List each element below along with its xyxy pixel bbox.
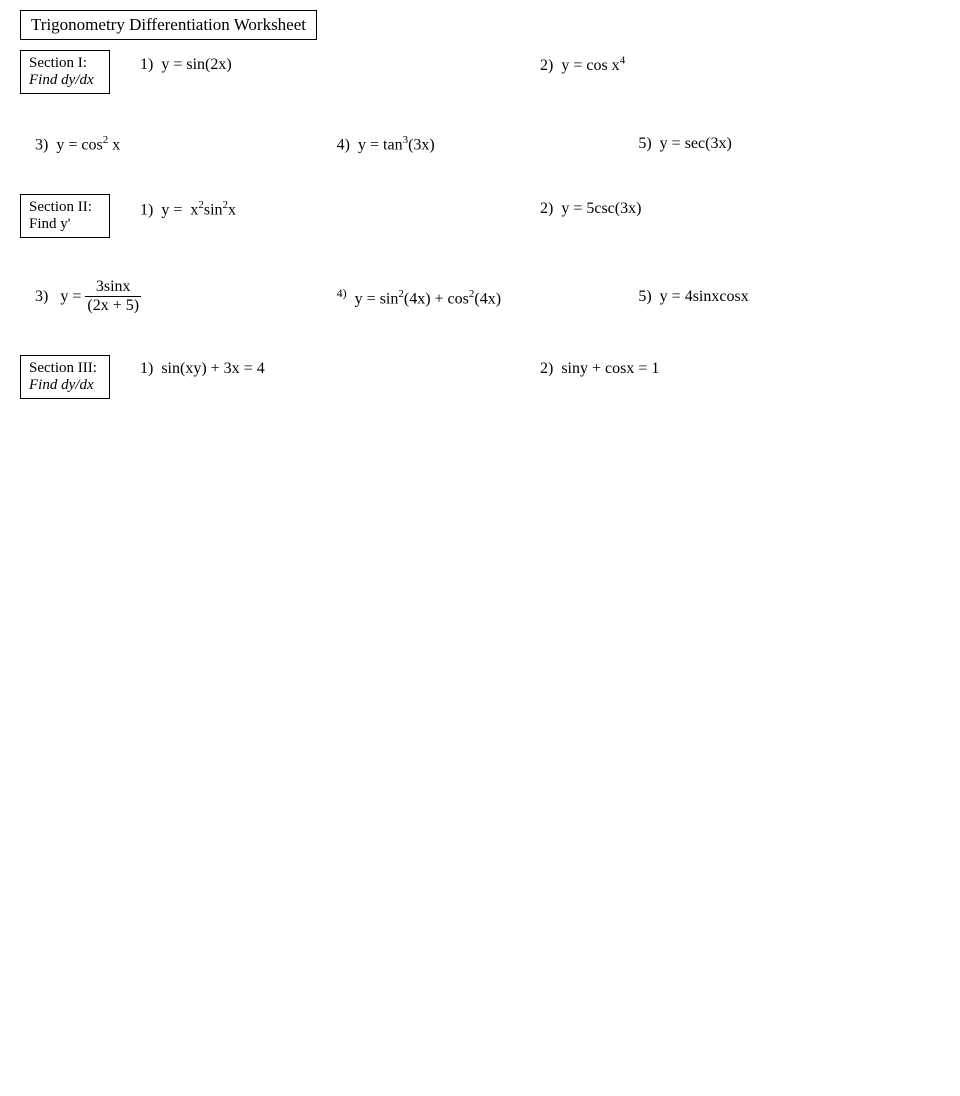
section-2-problems-row-1: 1) y = x2sin2x 2) y = 5csc(3x) <box>110 199 940 219</box>
worksheet-title: Trigonometry Differentiation Worksheet <box>20 10 317 40</box>
section-1-row: Section I: Find dy/dx 1) y = sin(2x) 2) … <box>20 50 940 94</box>
section-2-label: Section II: <box>29 199 101 216</box>
section-2-problems-row-2: 3) y = 3sinx (2x + 5) 4) y = sin2(4x) + … <box>20 278 940 315</box>
section-3-problems-row-1: 1) sin(xy) + 3x = 4 2) siny + cosx = 1 <box>110 360 940 378</box>
s1-problem-2: 2) y = cos x4 <box>540 55 940 75</box>
section-3-box: Section III: Find dy/dx <box>20 355 110 399</box>
section-1-find: Find dy/dx <box>29 72 101 89</box>
s2-problem-5: 5) y = 4sinxcosx <box>638 288 940 306</box>
s1-problem-1: 1) y = sin(2x) <box>140 56 540 74</box>
s3-problem-2: 2) siny + cosx = 1 <box>540 360 940 378</box>
section-2-block: Section II: Find y' 1) y = x2sin2x 2) y … <box>20 194 940 315</box>
s2-problem-2: 2) y = 5csc(3x) <box>540 200 940 218</box>
section-1-label: Section I: <box>29 55 101 72</box>
section-1-problems-row-2: 3) y = cos2 x 4) y = tan3(3x) 5) y = sec… <box>20 134 940 154</box>
s1-problem-3: 3) y = cos2 x <box>35 134 337 154</box>
section-1-box: Section I: Find dy/dx <box>20 50 110 94</box>
section-2-row: Section II: Find y' 1) y = x2sin2x 2) y … <box>20 194 940 238</box>
section-3-find: Find dy/dx <box>29 377 101 394</box>
s2-problem-3: 3) y = 3sinx (2x + 5) <box>35 278 337 315</box>
s2-problem-1: 1) y = x2sin2x <box>140 199 540 219</box>
section-1-block: Section I: Find dy/dx 1) y = sin(2x) 2) … <box>20 50 940 154</box>
s1-p2-num: 2) y = cos x4 <box>540 57 625 74</box>
section-3-label: Section III: <box>29 360 101 377</box>
s2-p3-fraction: 3sinx (2x + 5) <box>85 278 141 315</box>
s1-p1-num: 1) y = sin(2x) <box>140 56 232 73</box>
section-3-block: Section III: Find dy/dx 1) sin(xy) + 3x … <box>20 355 940 399</box>
section-2-find: Find y' <box>29 216 101 233</box>
section-2-box: Section II: Find y' <box>20 194 110 238</box>
s3-problem-1: 1) sin(xy) + 3x = 4 <box>140 360 540 378</box>
section-1-problems-row-1: 1) y = sin(2x) 2) y = cos x4 <box>110 55 940 75</box>
s2-problem-4: 4) y = sin2(4x) + cos2(4x) <box>337 286 639 308</box>
s1-problem-5: 5) y = sec(3x) <box>638 135 940 153</box>
s2-p3-numerator: 3sinx <box>85 278 141 297</box>
section-3-row: Section III: Find dy/dx 1) sin(xy) + 3x … <box>20 355 940 399</box>
s2-p3-denominator: (2x + 5) <box>85 297 141 315</box>
s1-problem-4: 4) y = tan3(3x) <box>337 134 639 154</box>
